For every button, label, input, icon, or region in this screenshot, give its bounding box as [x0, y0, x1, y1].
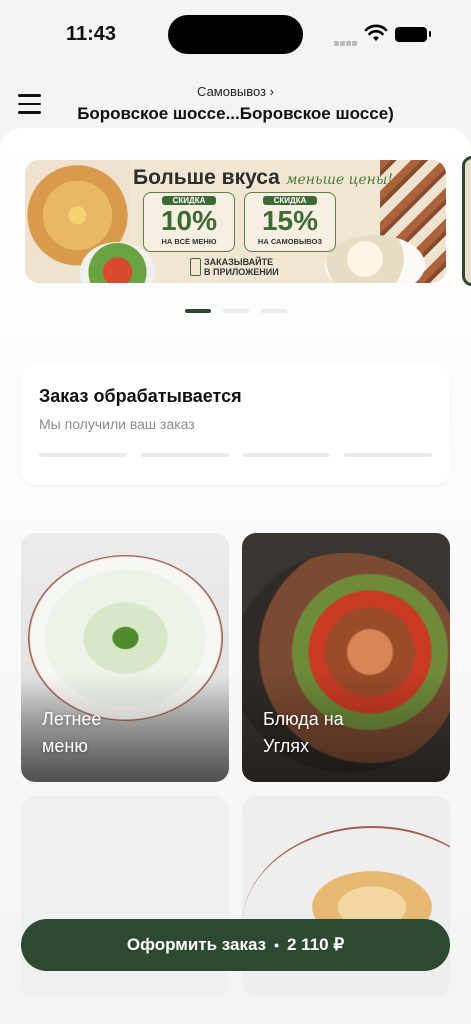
order-total: 2 110 ₽ — [287, 935, 345, 954]
discount-badge: СКИДКА 15% НА САМОВЫВОЗ — [244, 192, 336, 252]
category-grill[interactable]: Блюда на Углях — [242, 533, 450, 782]
carousel-pagination — [0, 300, 471, 318]
discount-badge: СКИДКА 10% НА ВСЁ МЕНЮ — [143, 192, 235, 252]
order-progress — [39, 453, 432, 457]
pickup-address[interactable]: Боровское шоссе...Боровское шоссе) — [0, 104, 471, 124]
battery-icon — [395, 27, 431, 42]
delivery-mode-selector[interactable]: Самовывоз › — [0, 84, 471, 99]
app-promo-text: ЗАКАЗЫВАЙТЕ В ПРИЛОЖЕНИИ — [190, 257, 279, 277]
order-status-subtitle: Мы получили ваш заказ — [39, 416, 195, 432]
order-status-card[interactable]: Заказ обрабатывается Мы получили ваш зак… — [21, 364, 450, 484]
checkout-button[interactable]: Оформить заказ • 2 110 ₽ — [21, 919, 450, 971]
progress-step — [344, 453, 432, 457]
category-label: Блюда на Углях — [263, 709, 344, 756]
next-banner-peek[interactable] — [462, 156, 471, 286]
signal-icon — [334, 33, 358, 51]
progress-step — [39, 453, 127, 457]
wifi-icon — [364, 24, 388, 41]
pagination-dot — [222, 309, 249, 313]
category-label: Летнее меню — [42, 709, 102, 756]
progress-step — [140, 453, 229, 457]
order-status-title: Заказ обрабатывается — [39, 386, 242, 406]
main-content: Больше вкуса меньше цены! СКИДКА 10% НА В… — [0, 128, 471, 1024]
app-header: Самовывоз › Боровское шоссе...Боровское … — [0, 66, 471, 132]
progress-step — [242, 453, 331, 457]
status-bar: 11:43 — [0, 0, 471, 66]
banner-title: Больше вкуса меньше цены! — [133, 166, 393, 189]
promo-banner[interactable]: Больше вкуса меньше цены! СКИДКА 10% НА В… — [25, 160, 446, 283]
pagination-dot-active — [184, 309, 211, 313]
dynamic-island — [168, 15, 303, 54]
category-summer-menu[interactable]: Летнее меню — [21, 533, 229, 782]
clock: 11:43 — [66, 23, 117, 45]
pagination-dot — [260, 309, 287, 313]
